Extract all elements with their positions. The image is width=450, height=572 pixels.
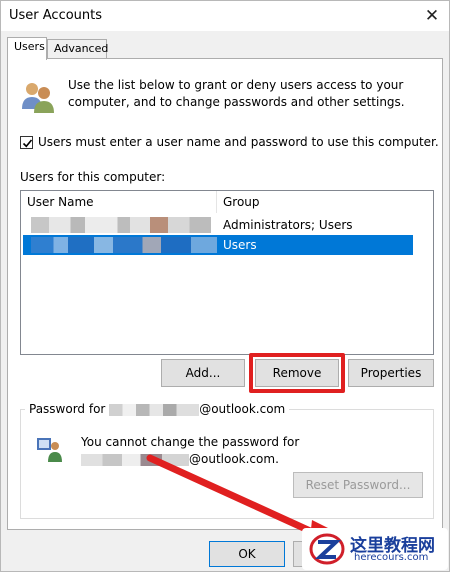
table-row[interactable]: Administrators; Users: [23, 215, 413, 235]
blurred-username: [31, 237, 217, 253]
user-accounts-window: User Accounts ✕ Users Advanced Use the l…: [0, 0, 450, 572]
column-header-group[interactable]: Group: [223, 195, 260, 209]
users-tab-panel: Use the list below to grant or deny user…: [7, 58, 443, 530]
add-user-button[interactable]: Add...: [161, 359, 245, 387]
watermark-subtitle: herecours.com: [354, 552, 429, 563]
column-header-user-name[interactable]: User Name: [27, 195, 94, 209]
watermark-logo: 这里教程网 herecours.com: [302, 528, 448, 570]
password-message-suffix: @outlook.com.: [189, 452, 279, 466]
tab-advanced[interactable]: Advanced: [47, 39, 108, 59]
remove-user-button[interactable]: Remove: [255, 359, 339, 387]
blurred-account: [81, 453, 189, 466]
password-message-line2: @outlook.com.: [81, 451, 411, 468]
password-group: Password for @outlook.com You cannot cha…: [20, 402, 434, 519]
row-group-cell: Users: [223, 238, 257, 252]
password-legend: Password for @outlook.com: [25, 402, 290, 416]
password-message: You cannot change the password for @outl…: [81, 434, 411, 468]
close-icon[interactable]: ✕: [415, 1, 449, 31]
row-group-cell: Administrators; Users: [223, 218, 353, 232]
require-login-label: Users must enter a user name and passwor…: [38, 135, 439, 149]
table-row-selected[interactable]: Users: [23, 235, 413, 255]
ok-button[interactable]: OK: [209, 541, 285, 567]
properties-button[interactable]: Properties: [348, 359, 434, 387]
column-separator[interactable]: [216, 191, 217, 213]
blurred-username: [31, 217, 211, 233]
window-title: User Accounts: [9, 8, 103, 23]
reset-password-button[interactable]: Reset Password...: [293, 472, 423, 498]
title-bar: User Accounts ✕: [1, 1, 449, 31]
blurred-account: [109, 403, 200, 416]
intro-text: Use the list below to grant or deny user…: [68, 78, 405, 109]
checkmark-icon: [22, 139, 33, 148]
require-login-checkbox[interactable]: [20, 136, 33, 149]
users-listview[interactable]: User Name Group Administrators; Users Us…: [20, 190, 434, 355]
users-list-label: Users for this computer:: [20, 170, 166, 184]
password-message-line1: You cannot change the password for: [81, 435, 300, 449]
password-legend-suffix: @outlook.com: [199, 402, 286, 416]
watermark-mark-icon: [309, 533, 345, 565]
user-key-icon: [37, 438, 62, 462]
users-icon: [22, 83, 54, 113]
tab-users[interactable]: Users: [7, 37, 47, 60]
